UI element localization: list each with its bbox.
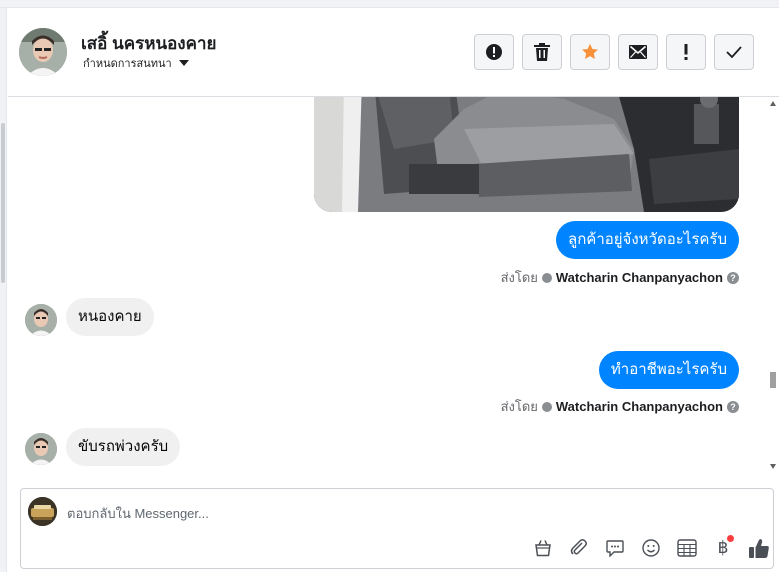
- like-icon: [749, 538, 769, 558]
- reply-composer: ฿: [20, 488, 774, 569]
- sent-by-line: ส่งโดย Watcharin Chanpanyachon ?: [501, 396, 739, 417]
- incoming-message[interactable]: ขับรถพ่วงครับ: [66, 428, 181, 466]
- scroll-down-arrow-icon[interactable]: [770, 464, 776, 469]
- contact-avatar-small: [25, 304, 57, 336]
- composer-toolbar: ฿: [525, 535, 777, 559]
- mark-done-button[interactable]: [714, 34, 754, 70]
- shop-bag-icon: [535, 540, 551, 557]
- left-scroll-thumb[interactable]: [1, 123, 5, 283]
- emoji-button[interactable]: [633, 537, 669, 559]
- contact-avatar-small: [25, 433, 57, 465]
- sender-status-icon: [541, 401, 552, 412]
- left-panel-scrollbar[interactable]: [0, 8, 7, 572]
- reply-input[interactable]: [67, 502, 667, 524]
- attachment-icon: [570, 539, 587, 555]
- saved-replies-button[interactable]: [597, 537, 633, 559]
- scroll-up-arrow-icon[interactable]: [770, 101, 776, 106]
- notification-dot: [727, 535, 734, 542]
- like-button[interactable]: [741, 537, 777, 559]
- follow-up-button[interactable]: [666, 34, 706, 70]
- chat-settings-label: กำหนดการสนทนา: [83, 58, 172, 70]
- help-icon[interactable]: ?: [727, 271, 739, 284]
- emoji-icon: [642, 539, 660, 557]
- top-divider: [0, 0, 779, 8]
- star-button[interactable]: [570, 34, 610, 70]
- conversation-header: เสอิ้ นครหนองคาย กำหนดการสนทนา: [8, 9, 779, 97]
- mark-unread-button[interactable]: [618, 34, 658, 70]
- attachment-button[interactable]: [561, 537, 597, 559]
- chat-settings-dropdown[interactable]: กำหนดการสนทนา: [83, 54, 189, 72]
- appointment-button[interactable]: [669, 537, 705, 559]
- payment-button[interactable]: ฿: [705, 535, 741, 559]
- help-icon[interactable]: ?: [727, 400, 739, 413]
- exclamation-icon: [684, 44, 688, 60]
- trash-icon: [534, 43, 550, 61]
- delete-button[interactable]: [522, 34, 562, 70]
- appointment-icon: [677, 539, 697, 557]
- mark-spam-button[interactable]: [474, 34, 514, 70]
- star-icon: [582, 43, 598, 59]
- saved-replies-icon: [606, 539, 624, 557]
- sent-by-prefix: ส่งโดย: [500, 399, 538, 414]
- sender-status-icon: [541, 272, 552, 283]
- contact-name[interactable]: เสอิ้ นครหนองคาย: [81, 30, 216, 57]
- message-photo[interactable]: [314, 97, 739, 212]
- message-thread[interactable]: ลูกค้าอยู่จังหวัดอะไรครับ ส่งโดย Watchar…: [8, 97, 779, 477]
- conversation-actions: [474, 34, 754, 70]
- sender-name[interactable]: Watcharin Chanpanyachon: [556, 270, 723, 285]
- incoming-message[interactable]: หนองคาย: [66, 298, 154, 336]
- scroll-thumb[interactable]: [770, 372, 776, 388]
- payment-icon: ฿: [717, 538, 729, 558]
- shop-bag-button[interactable]: [525, 537, 561, 559]
- outgoing-message[interactable]: ทำอาชีพอะไรครับ: [598, 351, 739, 389]
- sent-by-line: ส่งโดย Watcharin Chanpanyachon ?: [501, 267, 739, 288]
- inbox-conversation-view: เสอิ้ นครหนองคาย กำหนดการสนทนา ลูกค้าอยู…: [0, 0, 779, 572]
- thread-scrollbar[interactable]: [767, 97, 779, 477]
- envelope-icon: [629, 45, 647, 59]
- outgoing-message[interactable]: ลูกค้าอยู่จังหวัดอะไรครับ: [556, 221, 739, 259]
- sender-name[interactable]: Watcharin Chanpanyachon: [556, 399, 723, 414]
- exclamation-circle-icon: [486, 44, 502, 60]
- sent-by-prefix: ส่งโดย: [500, 270, 538, 285]
- caret-down-icon: [178, 60, 189, 66]
- contact-avatar[interactable]: [19, 28, 67, 76]
- checkmark-icon: [726, 46, 742, 58]
- page-avatar: [28, 497, 57, 526]
